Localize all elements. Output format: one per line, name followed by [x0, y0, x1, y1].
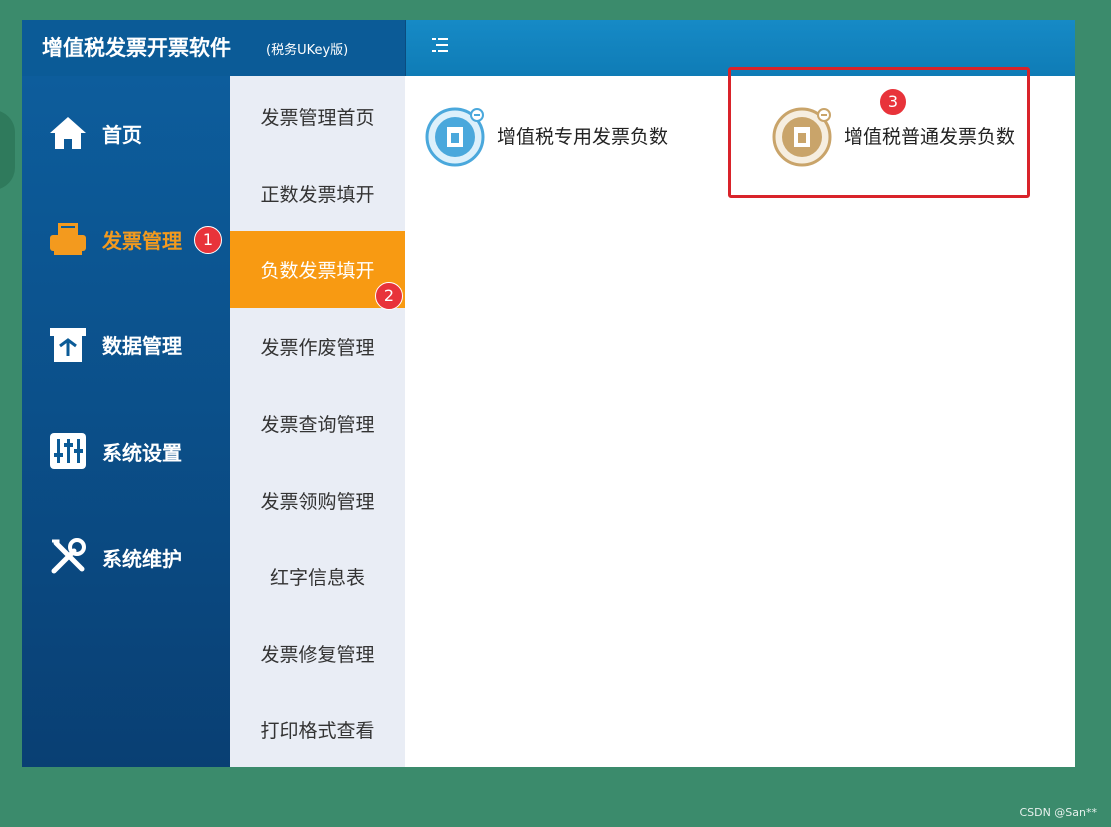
submenu-item[interactable]: 发票修复管理 — [230, 615, 405, 692]
highlight-box — [728, 67, 1030, 198]
submenu-item[interactable]: 发票管理首页 — [230, 78, 405, 155]
sidebar-item-label: 首页 — [102, 122, 142, 147]
background-shape — [0, 110, 15, 190]
app-title-area: 增值税发票开票软件 (税务UKey版) — [22, 20, 406, 76]
option-label: 增值税专用发票负数 — [497, 125, 669, 148]
submenu-item[interactable]: 发票领购管理 — [230, 462, 405, 539]
sidebar-item-maintenance[interactable]: 系统维护 — [22, 527, 230, 587]
sidebar-item-label: 系统维护 — [102, 546, 182, 571]
home-icon — [50, 117, 86, 149]
watermark: CSDN @San** — [1019, 806, 1097, 819]
menu-toggle-icon[interactable] — [432, 36, 450, 54]
submenu-item[interactable]: 红字信息表 — [230, 538, 405, 615]
sub-menu: 发票管理首页 正数发票填开 负数发票填开 发票作废管理 发票查询管理 发票领购管… — [230, 76, 405, 767]
step-badge-2: 2 — [375, 282, 403, 310]
submenu-item[interactable]: 发票查询管理 — [230, 385, 405, 462]
submenu-item[interactable]: 正数发票填开 — [230, 155, 405, 232]
special-invoice-negative-option[interactable]: 增值税专用发票负数 — [425, 103, 668, 167]
app-subtitle: (税务UKey版) — [266, 43, 349, 58]
submenu-item[interactable]: 打印格式查看 — [230, 691, 405, 767]
sidebar-item-label: 数据管理 — [102, 333, 182, 358]
printer-icon — [50, 223, 86, 255]
data-icon — [50, 328, 86, 362]
main-content: 增值税专用发票负数 增值税普通发票负数 3 — [405, 67, 1075, 767]
special-invoice-icon — [425, 107, 485, 167]
tools-icon — [51, 538, 86, 574]
sidebar-item-label: 发票管理 — [102, 228, 182, 253]
sidebar-item-label: 系统设置 — [102, 440, 182, 465]
main-sidebar: 首页 发票管理 1 数据管理 系统设置 系统维护 — [22, 76, 230, 767]
step-badge-1: 1 — [194, 226, 222, 254]
sidebar-item-settings[interactable]: 系统设置 — [22, 421, 230, 481]
sliders-icon — [50, 433, 86, 469]
app-title: 增值税发票开票软件 — [42, 36, 231, 60]
app-window: 增值税发票开票软件 (税务UKey版) 首页 发票管理 1 数据管理 系统设置 … — [22, 20, 1075, 767]
sidebar-item-data[interactable]: 数据管理 — [22, 314, 230, 374]
sidebar-item-home[interactable]: 首页 — [22, 103, 230, 163]
submenu-item[interactable]: 发票作废管理 — [230, 308, 405, 385]
step-badge-3: 3 — [879, 88, 907, 116]
